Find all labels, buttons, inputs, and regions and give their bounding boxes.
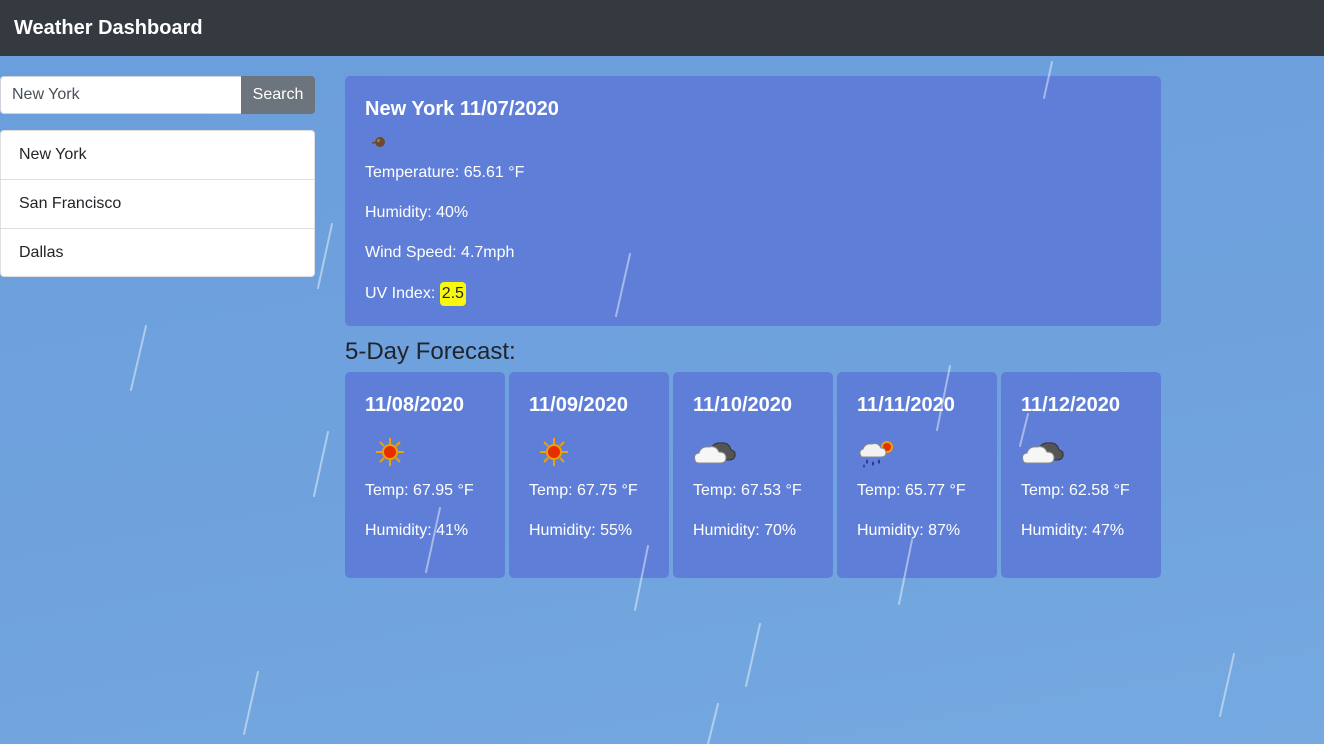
forecast-temp: Temp: 67.75 °F bbox=[529, 482, 638, 499]
forecast-date: 11/08/2020 bbox=[365, 394, 464, 416]
forecast-humidity: Humidity: 87% bbox=[857, 522, 961, 539]
current-wind-speed: Wind Speed: 4.7mph bbox=[365, 244, 515, 261]
forecast-humidity: Humidity: 55% bbox=[529, 522, 633, 539]
current-humidity: Humidity: 40% bbox=[365, 204, 469, 221]
current-temperature: Temperature: 65.61 °F bbox=[365, 164, 525, 181]
forecast-date: 11/09/2020 bbox=[529, 394, 628, 416]
forecast-temp: Temp: 67.95 °F bbox=[365, 482, 474, 499]
sun-icon bbox=[361, 434, 411, 470]
search-input[interactable] bbox=[0, 76, 241, 114]
forecast-date: 11/10/2020 bbox=[693, 394, 792, 416]
forecast-date: 11/11/2020 bbox=[857, 394, 955, 416]
forecast-card: 11/11/2020 Temp: 65.77 °F Humidity: 87% bbox=[837, 372, 997, 578]
rain-sun-icon bbox=[853, 434, 903, 470]
navbar: Weather Dashboard bbox=[0, 0, 1324, 56]
history-item-san-francisco[interactable]: San Francisco bbox=[1, 180, 314, 229]
current-weather-card: New York 11/07/2020 Temperature: 65.61 °… bbox=[345, 76, 1161, 326]
current-city-title: New York 11/07/2020 bbox=[365, 98, 559, 120]
forecast-card: 11/09/2020 Temp: 67.75 °F Humidity: 55% bbox=[509, 372, 669, 578]
cloud-icon bbox=[1017, 434, 1067, 470]
clear-night-icon bbox=[365, 134, 1141, 150]
brand-title[interactable]: Weather Dashboard bbox=[14, 17, 203, 40]
forecast-humidity: Humidity: 41% bbox=[365, 522, 469, 539]
sun-icon bbox=[525, 434, 575, 470]
forecast-humidity: Humidity: 70% bbox=[693, 522, 797, 539]
search-button[interactable]: Search bbox=[241, 76, 315, 114]
forecast-card: 11/08/2020 Temp: 67.95 °F Humidity: 41% bbox=[345, 372, 505, 578]
search-bar: Search bbox=[0, 76, 315, 114]
forecast-temp: Temp: 67.53 °F bbox=[693, 482, 802, 499]
forecast-card: 11/12/2020 Temp: 62.58 °F Humidity: 47% bbox=[1001, 372, 1161, 578]
search-history-list: New York San Francisco Dallas bbox=[0, 130, 315, 277]
forecast-card: 11/10/2020 Temp: 67.53 °F Humidity: 70% bbox=[673, 372, 833, 578]
forecast-temp: Temp: 62.58 °F bbox=[1021, 482, 1130, 499]
forecast-humidity: Humidity: 47% bbox=[1021, 522, 1125, 539]
history-item-new-york[interactable]: New York bbox=[1, 131, 314, 180]
history-item-dallas[interactable]: Dallas bbox=[1, 229, 314, 276]
cloud-icon bbox=[689, 434, 739, 470]
forecast-title: 5-Day Forecast: bbox=[345, 338, 516, 365]
forecast-temp: Temp: 65.77 °F bbox=[857, 482, 966, 499]
uv-index-badge: 2.5 bbox=[439, 282, 466, 306]
forecast-row: 11/08/2020 Temp: 67.95 °F Humidity: 41% … bbox=[345, 372, 1161, 578]
forecast-date: 11/12/2020 bbox=[1021, 394, 1120, 416]
uv-index-label: UV Index: bbox=[365, 285, 440, 302]
current-uv-index: UV Index: 2.5 bbox=[365, 282, 466, 306]
